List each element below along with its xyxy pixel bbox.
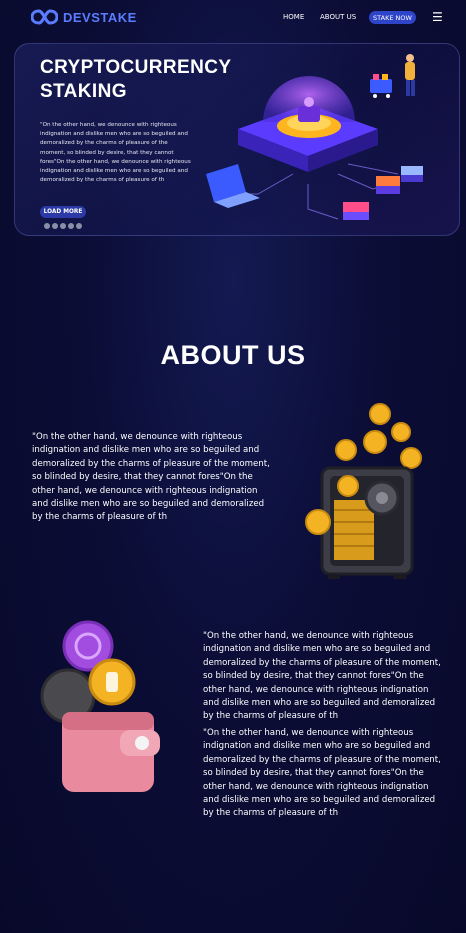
about-paragraph-2: "On the other hand, we denounce with rig… xyxy=(203,631,441,722)
carousel-dot[interactable] xyxy=(60,223,66,229)
infinity-logo-icon xyxy=(31,9,58,25)
crypto-wallet-illustration xyxy=(40,620,160,792)
about-paragraph-3: "On the other hand, we denounce with rig… xyxy=(203,728,441,819)
carousel-dot[interactable] xyxy=(52,223,58,229)
staking-platform-illustration xyxy=(206,54,423,220)
top-navbar: DEVSTAKE HOME ABOUT US STAKE NOW ☰ xyxy=(0,0,466,36)
carousel-dot[interactable] xyxy=(44,223,50,229)
brand-logo[interactable]: DEVSTAKE xyxy=(31,9,137,25)
load-more-button[interactable]: LOAD MORE xyxy=(40,206,86,218)
brand-name: DEVSTAKE xyxy=(63,9,137,25)
carousel-dots xyxy=(44,223,82,229)
stake-now-button[interactable]: STAKE NOW xyxy=(369,11,416,24)
nav-about-link[interactable]: ABOUT US xyxy=(320,13,356,21)
nav-home-link[interactable]: HOME xyxy=(283,13,304,21)
carousel-dot[interactable] xyxy=(68,223,74,229)
hero-description: "On the other hand, we denounce with rig… xyxy=(40,122,191,184)
safe-with-bitcoins-illustration xyxy=(305,403,422,579)
about-title: ABOUT US xyxy=(160,340,306,370)
hamburger-menu-icon[interactable]: ☰ xyxy=(432,10,443,24)
carousel-dot[interactable] xyxy=(76,223,82,229)
about-paragraph-1: "On the other hand, we denounce with rig… xyxy=(32,432,270,523)
